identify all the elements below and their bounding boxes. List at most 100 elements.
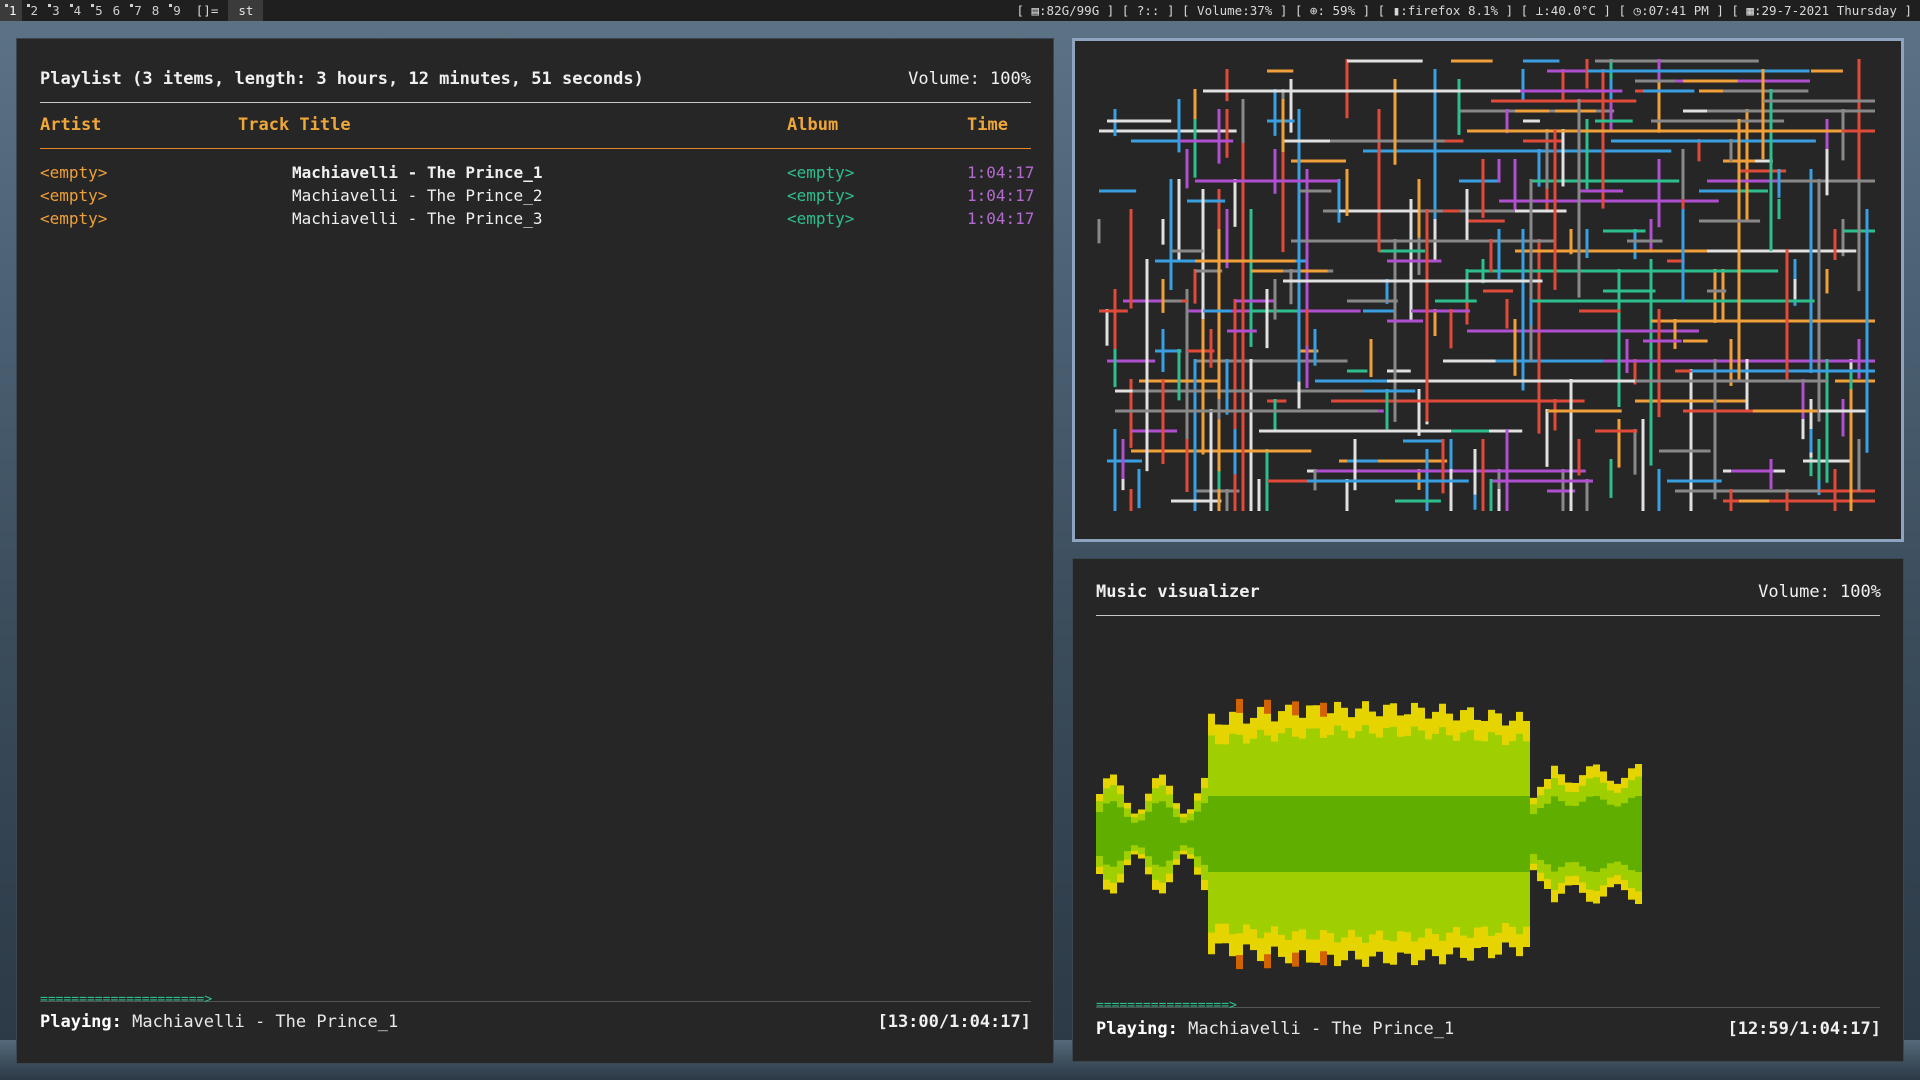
spectrum-bar (1418, 796, 1425, 872)
tag-5[interactable]: 5 (86, 0, 108, 21)
tag-3[interactable]: 3 (43, 0, 65, 21)
tag-label: 3 (52, 3, 60, 18)
spectrum-bar (1257, 796, 1264, 872)
cell-time: 1:04:17 (967, 186, 1035, 205)
playlist-header: Playlist (3 items, length: 3 hours, 12 m… (40, 69, 644, 89)
tag-9[interactable]: 9 (164, 0, 186, 21)
spectrum-bar (1635, 796, 1642, 872)
spectrum-bar (1173, 817, 1180, 851)
spectrum-bar (1236, 796, 1243, 872)
spectrum-bar (1124, 816, 1131, 852)
occupied-indicator (26, 4, 30, 7)
spectrum-visualizer (1096, 698, 1642, 970)
spectrum-bar (1551, 796, 1558, 872)
spectrum-bar (1628, 797, 1635, 871)
spectrum-bar (1593, 796, 1600, 872)
column-time[interactable]: Time (967, 115, 1008, 135)
spectrum-bar (1285, 796, 1292, 872)
spectrum-bar (1334, 796, 1341, 872)
spectrum-bar (1572, 805, 1579, 863)
layout-symbol[interactable]: []= (186, 0, 229, 21)
spectrum-bar (1369, 796, 1376, 872)
progress-bar[interactable]: =====================> (40, 992, 212, 1007)
spectrum-bar (1397, 796, 1404, 872)
tag-list: 1 2 3 4 5 6 7 8 9 []= st (0, 0, 264, 21)
spectrum-bar (1320, 796, 1327, 872)
tag-label: 4 (73, 3, 82, 18)
column-title[interactable]: Track Title (238, 115, 351, 135)
spectrum-bar (1495, 796, 1502, 872)
spectrum-bar (1131, 822, 1138, 846)
spectrum-bar (1460, 796, 1467, 872)
spectrum-bar (1341, 796, 1348, 872)
spectrum-bar (1096, 812, 1103, 856)
spectrum-bar (1145, 811, 1152, 857)
tag-1[interactable]: 1 (0, 0, 22, 21)
tag-8[interactable]: 8 (147, 0, 165, 21)
spectrum-bar (1516, 796, 1523, 872)
tag-label: 5 (95, 3, 103, 18)
spectrum-bar (1278, 796, 1285, 872)
column-artist[interactable]: Artist (40, 115, 101, 135)
spectrum-bar (1229, 796, 1236, 872)
spectrum-bar (1614, 806, 1621, 862)
tag-7[interactable]: 7 (125, 0, 147, 21)
pipes-animation (1097, 59, 1875, 511)
spectrum-bar (1250, 796, 1257, 872)
playlist-volume: Volume: 100% (908, 69, 1031, 89)
spectrum-bar (1621, 803, 1628, 865)
cell-title: Machiavelli - The Prince_3 (292, 209, 543, 228)
spectrum-bar (1103, 803, 1110, 865)
spectrum-bar (1565, 805, 1572, 863)
spectrum-bar (1523, 796, 1530, 872)
spectrum-bar (1299, 796, 1306, 872)
spectrum-bar (1481, 796, 1488, 872)
cell-title: Machiavelli - The Prince_2 (292, 186, 543, 205)
spectrum-bar (1530, 814, 1537, 854)
spectrum-bar (1222, 796, 1229, 872)
column-album[interactable]: Album (787, 115, 838, 135)
spectrum-bar (1509, 796, 1516, 872)
spectrum-bar (1425, 796, 1432, 872)
spectrum-bar (1586, 796, 1593, 872)
spectrum-bar (1474, 796, 1481, 872)
visualizer-volume: Volume: 100% (1758, 582, 1881, 602)
cell-album: <empty> (787, 163, 855, 182)
pipes-window[interactable] (1072, 38, 1904, 542)
spectrum-bar (1579, 801, 1586, 867)
window-title: st (228, 0, 264, 21)
spectrum-bar (1348, 796, 1355, 872)
cell-artist: <empty> (40, 186, 108, 205)
spectrum-bar (1404, 796, 1411, 872)
viz-progress-bar[interactable]: =================> (1096, 998, 1237, 1013)
spectrum-bar (1467, 796, 1474, 872)
tag-6[interactable]: 6 (108, 0, 126, 21)
spectrum-bar (1383, 796, 1390, 872)
occupied-indicator (48, 4, 52, 7)
visualizer-rule (1096, 615, 1880, 616)
tag-label: 6 (112, 3, 121, 18)
status-text: [ ▤:82G/99G ] [ ?:: ] [ Volume:37% ] [ ⊕… (1016, 3, 1912, 18)
spectrum-bar (1306, 796, 1313, 872)
spectrum-bar (1432, 796, 1439, 872)
spectrum-bar (1446, 796, 1453, 872)
tag-label: 8 (151, 3, 160, 18)
spectrum-bar (1110, 801, 1117, 867)
cell-artist: <empty> (40, 163, 108, 182)
spectrum-bar (1215, 796, 1222, 872)
spectrum-bar (1390, 796, 1397, 872)
spectrum-bar (1558, 801, 1565, 867)
cell-time: 1:04:17 (967, 209, 1035, 228)
playlist-window[interactable]: Playlist (3 items, length: 3 hours, 12 m… (16, 38, 1054, 1064)
spectrum-bar (1187, 820, 1194, 848)
spectrum-bar (1159, 801, 1166, 867)
viz-playback-position: [12:59/1:04:17] (1727, 1019, 1881, 1039)
tag-4[interactable]: 4 (65, 0, 87, 21)
visualizer-window[interactable]: Music visualizer Volume: 100% ==========… (1072, 558, 1904, 1062)
playing-label: Playing: (40, 1012, 122, 1032)
status-bar: 1 2 3 4 5 6 7 8 9 []= st [ ▤:82G/99G ] [ ?:: ] [ V… (0, 0, 1920, 21)
spectrum-bar (1264, 796, 1271, 872)
tag-2[interactable]: 2 (22, 0, 44, 21)
spectrum-bar (1208, 796, 1215, 872)
occupied-indicator (69, 4, 73, 7)
